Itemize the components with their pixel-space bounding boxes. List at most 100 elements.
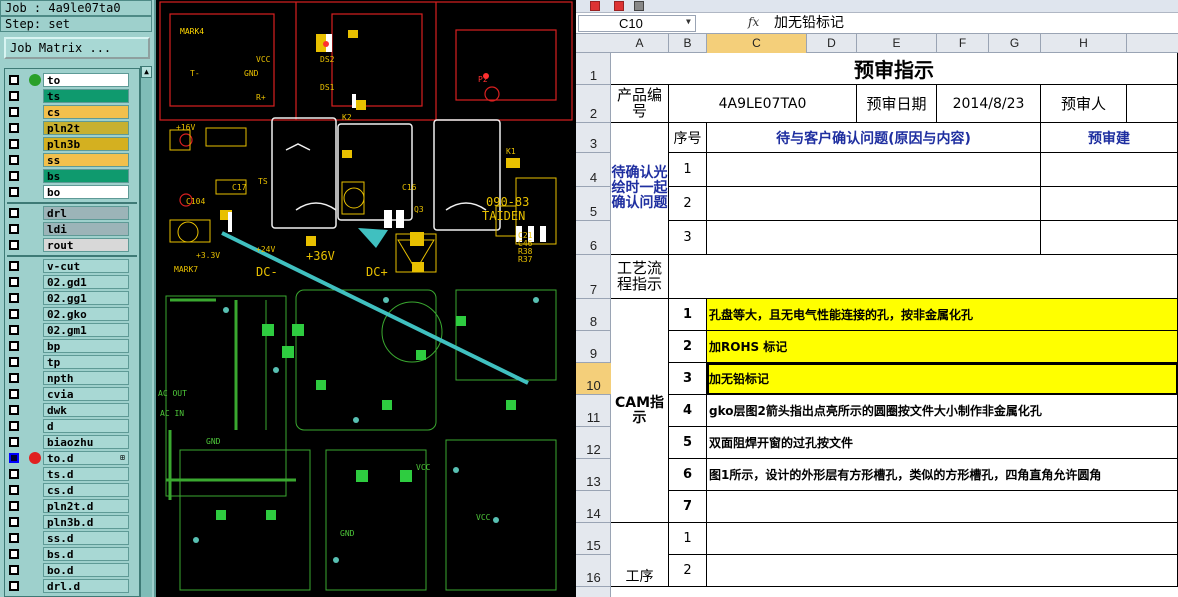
layer-checkbox[interactable] — [9, 565, 19, 575]
pending-review-cell[interactable] — [1041, 153, 1178, 187]
layer-checkbox[interactable] — [9, 155, 19, 165]
layer-checkbox[interactable] — [9, 123, 19, 133]
layer-name[interactable]: 02.gm1 — [43, 323, 129, 337]
row-header-4[interactable]: 4 — [576, 153, 611, 187]
layer-name[interactable]: bo — [43, 185, 129, 199]
column-header-g[interactable]: G — [989, 34, 1041, 53]
column-header-h[interactable]: H — [1041, 34, 1127, 53]
layer-name[interactable]: pln3b — [43, 137, 129, 151]
column-header-c[interactable]: C — [707, 34, 807, 53]
pcb-canvas[interactable]: MARK4 VCC GND DS2 DS1 P2 T- R+ +36V K2 K1 TS C16 Q3 C1… — [156, 0, 576, 597]
layer-name[interactable]: pln3b.d — [43, 515, 129, 529]
cam-seq-cell[interactable]: 5 — [669, 427, 707, 459]
layer-name[interactable]: d — [43, 419, 129, 433]
layer-name[interactable]: drl — [43, 206, 129, 220]
layer-name[interactable]: tp — [43, 355, 129, 369]
pending-review-cell[interactable] — [1041, 187, 1178, 221]
layer-name[interactable]: to.d — [43, 451, 129, 465]
layer-checkbox[interactable] — [9, 139, 19, 149]
layer-checkbox[interactable] — [9, 309, 19, 319]
process-label-cell[interactable]: 工序 — [611, 523, 669, 587]
layer-row[interactable]: pln2t.d — [7, 499, 129, 513]
layer-row[interactable]: cvia — [7, 387, 129, 401]
layer-checkbox[interactable] — [9, 171, 19, 181]
layer-checkbox[interactable] — [9, 325, 19, 335]
pending-content-cell[interactable] — [707, 187, 1041, 221]
pending-issues-header-cell[interactable]: 待与客户确认问题(原因与内容) — [707, 123, 1041, 153]
cam-instruction-label-cell[interactable]: CAM指示 — [611, 299, 669, 523]
layer-name[interactable]: v-cut — [43, 259, 129, 273]
layer-row[interactable]: to.d ⊞ — [7, 451, 129, 465]
layer-checkbox[interactable] — [9, 437, 19, 447]
layer-name[interactable]: 02.gd1 — [43, 275, 129, 289]
layer-row[interactable]: v-cut — [7, 259, 129, 273]
layer-checkbox[interactable] — [9, 389, 19, 399]
toolbar-options-icon[interactable] — [634, 1, 644, 11]
layer-checkbox[interactable] — [9, 373, 19, 383]
review-suggest-header-cell[interactable]: 预审建 — [1041, 123, 1178, 153]
name-box[interactable]: C10 — [578, 15, 696, 32]
layer-name[interactable]: 02.gg1 — [43, 291, 129, 305]
layer-name[interactable]: ss — [43, 153, 129, 167]
pending-review-cell[interactable] — [1041, 221, 1178, 255]
row-header-14[interactable]: 14 — [576, 491, 611, 523]
process-seq-cell[interactable]: 1 — [669, 523, 707, 555]
column-header-b[interactable]: B — [669, 34, 707, 53]
layer-row[interactable]: biaozhu — [7, 435, 129, 449]
cam-instruction-cell[interactable]: 双面阻焊开窗的过孔按文件 — [707, 427, 1178, 459]
row-header-10[interactable]: 10 — [576, 363, 611, 395]
cam-seq-cell[interactable]: 2 — [669, 331, 707, 363]
column-header-d[interactable]: D — [807, 34, 857, 53]
layer-row[interactable]: 02.gko — [7, 307, 129, 321]
layer-name[interactable]: pln2t — [43, 121, 129, 135]
layer-checkbox[interactable] — [9, 277, 19, 287]
process-seq-cell[interactable]: 2 — [669, 555, 707, 587]
cam-seq-cell[interactable]: 7 — [669, 491, 707, 523]
layer-name[interactable]: rout — [43, 238, 129, 252]
cam-instruction-cell[interactable]: 加无铅标记 — [707, 363, 1178, 395]
cam-seq-cell[interactable]: 6 — [669, 459, 707, 491]
layer-checkbox[interactable] — [9, 224, 19, 234]
cam-instruction-cell[interactable]: 加ROHS 标记 — [707, 331, 1178, 363]
layer-row[interactable]: bs — [7, 169, 129, 183]
row-header-5[interactable]: 5 — [576, 187, 611, 221]
layer-checkbox[interactable] — [9, 187, 19, 197]
row-header-8[interactable]: 8 — [576, 299, 611, 331]
process-content-cell[interactable] — [707, 555, 1178, 587]
layer-row[interactable]: npth — [7, 371, 129, 385]
formula-input[interactable]: 加无铅标记 — [772, 14, 1176, 33]
layer-checkbox[interactable] — [9, 485, 19, 495]
layer-name[interactable]: bs.d — [43, 547, 129, 561]
layer-checkbox[interactable] — [9, 341, 19, 351]
layer-name[interactable]: ts — [43, 89, 129, 103]
layer-name[interactable]: 02.gko — [43, 307, 129, 321]
layer-checkbox[interactable] — [9, 517, 19, 527]
layer-name[interactable]: cvia — [43, 387, 129, 401]
cam-instruction-cell[interactable]: 图1所示，设计的外形层有方形槽孔，类似的方形槽孔，四角直角允许圆角 — [707, 459, 1178, 491]
function-icon[interactable]: fx — [748, 15, 759, 29]
layer-row[interactable]: ss — [7, 153, 129, 167]
layer-checkbox[interactable] — [9, 501, 19, 511]
layer-row[interactable]: bo — [7, 185, 129, 199]
layer-name[interactable]: bo.d — [43, 563, 129, 577]
pdf-export-icon[interactable] — [614, 1, 624, 11]
row-header-12[interactable]: 12 — [576, 427, 611, 459]
cam-seq-cell[interactable]: 3 — [669, 363, 707, 395]
reviewer-value-cell[interactable] — [1127, 85, 1178, 123]
pcb-graphics-view[interactable]: MARK4 VCC GND DS2 DS1 P2 T- R+ +36V K2 K1 TS C16 Q3 C1… — [156, 0, 576, 597]
layer-name[interactable]: drl.d — [43, 579, 129, 593]
layer-name[interactable]: ts.d — [43, 467, 129, 481]
layer-row[interactable]: 02.gd1 — [7, 275, 129, 289]
layer-row[interactable]: tp — [7, 355, 129, 369]
layer-name[interactable]: ldi — [43, 222, 129, 236]
layer-checkbox[interactable] — [9, 75, 19, 85]
layer-row[interactable]: ss.d — [7, 531, 129, 545]
process-flow-content-cell[interactable] — [669, 255, 1178, 299]
layer-row[interactable]: cs — [7, 105, 129, 119]
layer-row[interactable]: bs.d — [7, 547, 129, 561]
layer-name[interactable]: to — [43, 73, 129, 87]
layer-checkbox[interactable] — [9, 240, 19, 250]
cam-seq-cell[interactable]: 1 — [669, 299, 707, 331]
layer-checkbox[interactable] — [9, 469, 19, 479]
layer-row[interactable]: pln3b — [7, 137, 129, 151]
